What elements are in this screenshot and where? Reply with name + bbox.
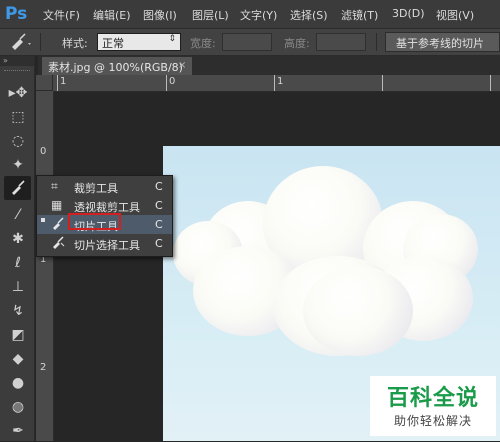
ruler-number: 2	[40, 362, 47, 373]
perspective-crop-icon: ▦	[51, 198, 63, 212]
annotation-highlight-box	[68, 213, 121, 230]
width-label: 宽度:	[190, 37, 216, 50]
style-select[interactable]: 正常 ⇕	[97, 33, 181, 51]
tool-preset-slice-icon[interactable]	[6, 31, 36, 53]
clone-stamp-icon[interactable]: ⊥	[6, 276, 30, 298]
slice-icon	[51, 217, 65, 234]
pen-icon[interactable]: ✒	[6, 420, 30, 442]
current-tool-indicator	[41, 218, 45, 222]
menu-image[interactable]: 图像(I)	[143, 7, 177, 23]
options-divider	[376, 33, 377, 51]
flyout-item-shortcut: C	[155, 199, 163, 212]
lasso-icon[interactable]: ◌	[6, 130, 30, 152]
style-select-value: 正常	[102, 37, 124, 50]
flyout-item-label: 切片选择工具	[74, 239, 140, 252]
panel-grip[interactable]	[4, 70, 30, 73]
photoshop-logo[interactable]: Ps	[5, 4, 27, 24]
flyout-item-shortcut: C	[155, 180, 163, 193]
move-icon[interactable]: ▸✥	[6, 82, 30, 104]
menu-type[interactable]: 文字(Y)	[240, 7, 277, 23]
eyedropper-icon[interactable]: ⁄	[6, 204, 30, 226]
menu-select[interactable]: 选择(S)	[290, 7, 328, 23]
ruler-number: 1	[277, 76, 284, 87]
document-tab[interactable]: 素材.jpg @ 100%(RGB/8)	[42, 57, 192, 75]
menu-layer[interactable]: 图层(L)	[192, 7, 229, 23]
slice-tool-icon[interactable]	[6, 178, 30, 200]
select-arrows-icon: ⇕	[168, 34, 176, 44]
slice-select-icon	[51, 236, 65, 253]
ruler-tick	[57, 75, 58, 91]
height-label: 高度:	[284, 37, 310, 50]
menu-view[interactable]: 视图(V)	[436, 7, 474, 23]
ruler-number: 1	[60, 76, 67, 87]
menu-edit[interactable]: 编辑(E)	[93, 7, 131, 23]
flyout-item-shortcut: C	[155, 218, 163, 231]
flyout-item-shortcut: C	[155, 237, 163, 250]
blur-icon[interactable]: ●	[6, 372, 30, 394]
ruler-vertical[interactable]: 0 1 2	[36, 91, 54, 441]
options-bar: 样式: 正常 ⇕ 宽度: 高度: 基于参考线的切片	[0, 28, 500, 56]
magic-wand-icon[interactable]: ✦	[6, 154, 30, 176]
watermark-subtitle: 助你轻松解决	[393, 414, 472, 428]
style-label: 样式:	[62, 37, 88, 50]
ruler-tick	[274, 75, 275, 91]
ruler-horizontal[interactable]: 1 0 1	[53, 75, 500, 92]
crop-tools-flyout: ⌗ 裁剪工具 C ▦ 透视裁剪工具 C 切片工具 C 切片选择工具 C	[36, 175, 173, 257]
history-brush-icon[interactable]: ↯	[6, 300, 30, 322]
healing-brush-icon[interactable]: ✱	[6, 228, 30, 250]
menu-filter[interactable]: 滤镜(T)	[341, 7, 378, 23]
flyout-item-crop[interactable]: ⌗ 裁剪工具 C	[37, 177, 172, 196]
watermark-title: 百科全说	[386, 386, 479, 411]
width-field[interactable]	[222, 33, 272, 51]
dodge-icon[interactable]: ◍	[6, 396, 30, 418]
ruler-tick	[166, 75, 167, 91]
crop-icon: ⌗	[51, 179, 58, 193]
ruler-tick	[382, 75, 383, 91]
menu-bar: Ps 文件(F) 编辑(E) 图像(I) 图层(L) 文字(Y) 选择(S) 滤…	[0, 0, 500, 28]
ruler-tick	[490, 75, 491, 91]
ruler-number: 0	[40, 146, 47, 157]
tab-close-icon[interactable]: ×	[178, 60, 186, 71]
eraser-icon[interactable]: ◩	[6, 324, 30, 346]
ruler-number: 0	[169, 76, 176, 87]
paint-bucket-icon[interactable]: ◆	[6, 348, 30, 370]
brush-icon[interactable]: ℓ	[6, 252, 30, 274]
slices-from-guides-button[interactable]: 基于参考线的切片	[385, 32, 500, 52]
watermark: 百科全说 助你轻松解决	[370, 376, 496, 436]
menu-3d[interactable]: 3D(D)	[392, 7, 425, 20]
height-field[interactable]	[316, 33, 366, 51]
flyout-item-label: 裁剪工具	[74, 182, 118, 195]
menu-file[interactable]: 文件(F)	[43, 7, 80, 23]
marquee-icon[interactable]: ⬚	[6, 106, 30, 128]
flyout-item-slice-select[interactable]: 切片选择工具 C	[37, 234, 172, 253]
panel-collapse-icon[interactable]: »	[0, 56, 34, 66]
ruler-origin[interactable]	[36, 75, 53, 91]
options-divider	[40, 33, 41, 51]
